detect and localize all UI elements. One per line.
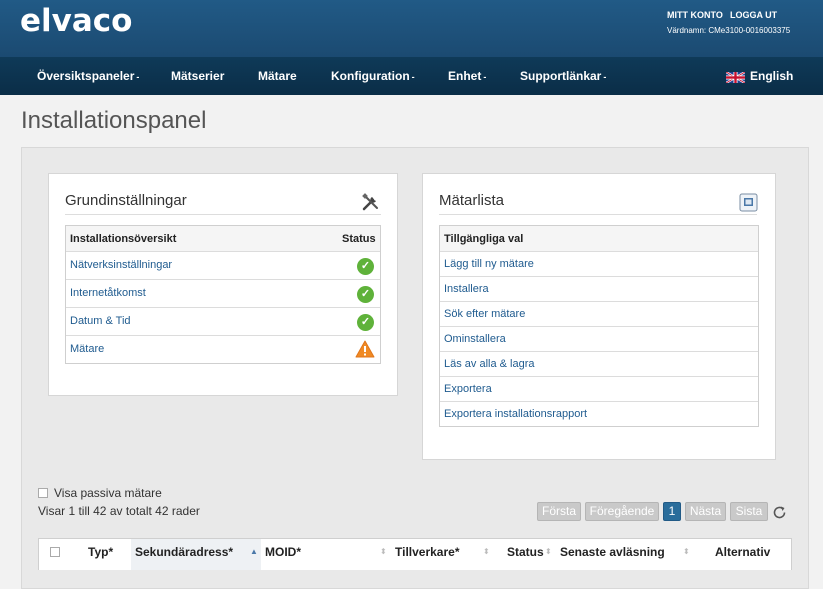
language-selector[interactable]: English (750, 69, 793, 83)
installation-overview-table: Installationsöversikt Status Nätverksins… (65, 225, 381, 364)
add-meter-link[interactable]: Lägg till ny mätare (444, 258, 534, 270)
nav-meters[interactable]: Mätare (258, 69, 297, 83)
sort-icon[interactable]: ⬍ (545, 547, 552, 556)
nav-support-links-label: Supportlänkar (520, 69, 602, 83)
meters-link[interactable]: Mätare (70, 343, 104, 355)
status-ok-icon: ✓ (357, 314, 374, 331)
search-meters-link[interactable]: Sök efter mätare (444, 308, 525, 320)
pagination-prev-button[interactable]: Föregående (585, 502, 659, 521)
sort-icon[interactable]: ⬍ (380, 547, 387, 556)
col-last-reading[interactable]: Senaste avläsning (560, 545, 665, 559)
col-manufacturer[interactable]: Tillverkare* (395, 545, 460, 559)
nav-device[interactable]: Enhet - (448, 69, 486, 83)
basic-settings-panel: Grundinställningar Installationsöversikt… (48, 173, 398, 396)
elvaco-logo[interactable]: elvaco (20, 3, 132, 39)
table-row: Internetåtkomst ✓ (66, 279, 380, 308)
col-installation-overview: Installationsöversikt (70, 233, 177, 245)
col-moid[interactable]: MOID* (265, 545, 301, 559)
table-header-row: Installationsöversikt Status (66, 226, 380, 251)
status-warning-icon (355, 340, 375, 358)
reinstall-link[interactable]: Ominstallera (444, 333, 506, 345)
table-row: Mätare (66, 335, 380, 364)
basic-settings-title: Grundinställningar (65, 192, 187, 209)
table-header-row: Tillgängliga val (440, 226, 758, 251)
nav-support-links[interactable]: Supportlänkar - (520, 69, 606, 83)
pagination-page-1[interactable]: 1 (663, 502, 681, 521)
install-link[interactable]: Installera (444, 283, 489, 295)
list-item: Sök efter mätare (440, 301, 758, 327)
show-passive-label: Visa passiva mätare (54, 486, 162, 500)
my-account-link[interactable]: MITT KONTO (667, 10, 723, 20)
logout-link[interactable]: LOGGA UT (730, 10, 777, 20)
top-header: elvaco MITT KONTO LOGGA UT Värdnamn: CMe… (0, 0, 823, 57)
sort-asc-icon[interactable]: ▲ (250, 547, 258, 556)
list-item: Exportera (440, 376, 758, 402)
network-settings-link[interactable]: Nätverksinställningar (70, 259, 172, 271)
pagination-next-button[interactable]: Nästa (685, 502, 726, 521)
nav-meters-label: Mätare (258, 69, 297, 83)
col-available-options: Tillgängliga val (444, 233, 524, 245)
dropdown-caret-icon: - (411, 72, 415, 82)
dropdown-caret-icon: - (603, 72, 607, 82)
nav-device-label: Enhet (448, 69, 482, 83)
nav-overview-panels[interactable]: Översiktspaneler - (37, 69, 139, 83)
col-status[interactable]: Status (507, 545, 544, 559)
list-item: Exportera installationsrapport (440, 401, 758, 427)
internet-access-link[interactable]: Internetåtkomst (70, 287, 146, 299)
meter-list-panel: Mätarlista Tillgängliga val Lägg till ny… (422, 173, 776, 460)
meter-device-icon (739, 193, 758, 212)
table-row: Datum & Tid ✓ (66, 307, 380, 336)
rows-info: Visar 1 till 42 av totalt 42 rader (38, 504, 200, 518)
col-type[interactable]: Typ* (88, 545, 113, 559)
pagination-last-button[interactable]: Sista (730, 502, 768, 521)
col-options: Alternativ (715, 545, 771, 559)
main-nav: Översiktspaneler - Mätserier Mätare Konfi… (0, 57, 823, 95)
status-ok-icon: ✓ (357, 286, 374, 303)
meter-list-title: Mätarlista (439, 192, 505, 209)
refresh-icon[interactable] (772, 505, 787, 520)
date-time-link[interactable]: Datum & Tid (70, 315, 131, 327)
list-item: Läs av alla & lagra (440, 351, 758, 377)
select-all-checkbox[interactable] (50, 547, 60, 557)
col-status: Status (342, 233, 376, 245)
table-row: Nätverksinställningar ✓ (66, 251, 380, 280)
tools-icon (362, 193, 378, 211)
meters-grid-header: Typ* Sekundäradress* ▲ MOID* ⬍ Tillverka… (38, 538, 792, 570)
export-link[interactable]: Exportera (444, 383, 492, 395)
read-all-store-link[interactable]: Läs av alla & lagra (444, 358, 535, 370)
nav-meter-series[interactable]: Mätserier (171, 69, 224, 83)
nav-configuration[interactable]: Konfiguration - (331, 69, 415, 83)
show-passive-checkbox[interactable] (38, 488, 48, 498)
dropdown-caret-icon: - (136, 72, 140, 82)
panel-divider (439, 214, 757, 215)
export-installation-report-link[interactable]: Exportera installationsrapport (444, 408, 587, 420)
available-options-table: Tillgängliga val Lägg till ny mätare Ins… (439, 225, 759, 427)
hostname-label: Värdnamn: CMe3100-0016003375 (667, 26, 791, 35)
dropdown-caret-icon: - (483, 72, 487, 82)
list-item: Installera (440, 276, 758, 302)
list-item: Lägg till ny mätare (440, 251, 758, 277)
pagination-first-button[interactable]: Första (537, 502, 581, 521)
uk-flag-icon[interactable] (726, 72, 745, 83)
page-title: Installationspanel (21, 107, 207, 134)
panel-divider (65, 214, 381, 215)
nav-meter-series-label: Mätserier (171, 69, 225, 83)
nav-configuration-label: Konfiguration (331, 69, 410, 83)
sort-icon[interactable]: ⬍ (683, 547, 690, 556)
list-item: Ominstallera (440, 326, 758, 352)
col-secondary-address[interactable]: Sekundäradress* (135, 545, 233, 559)
nav-overview-panels-label: Översiktspaneler (37, 69, 135, 83)
status-ok-icon: ✓ (357, 258, 374, 275)
sort-icon[interactable]: ⬍ (483, 547, 490, 556)
